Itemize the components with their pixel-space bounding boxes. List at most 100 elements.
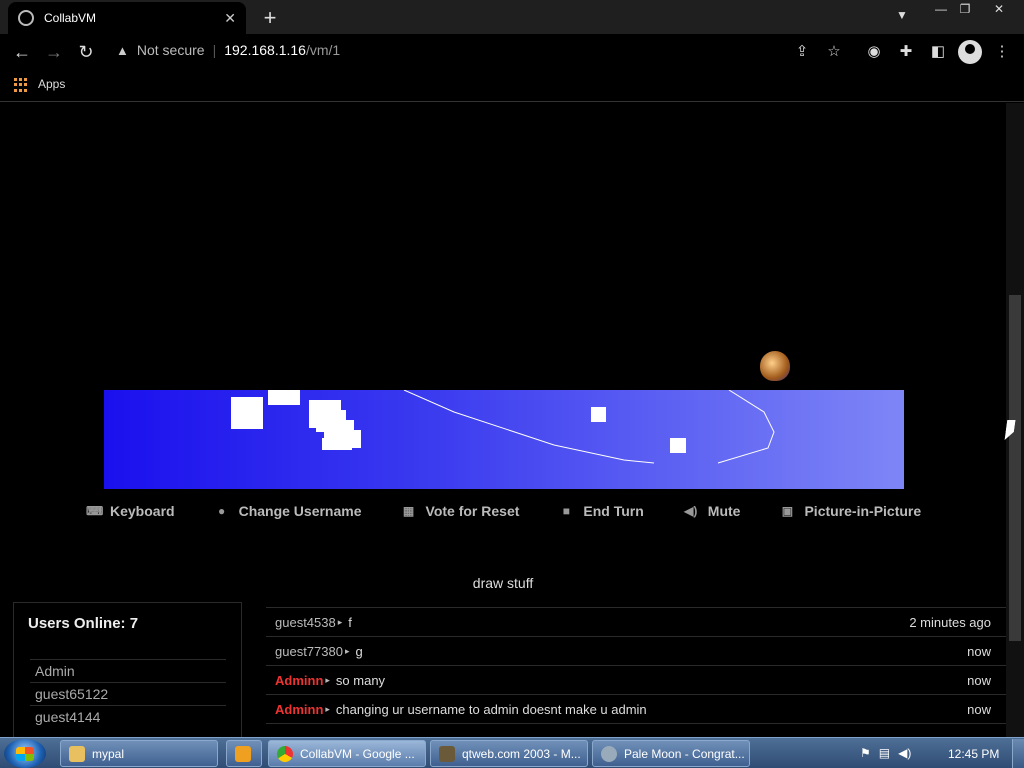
folder-icon [69, 745, 85, 762]
taskbar-item-media[interactable] [226, 740, 262, 767]
system-tray: ⚑ ▤ ◀) [860, 746, 911, 760]
keyboard-button[interactable]: ⌨ Keyboard [86, 503, 175, 519]
forward-arrow-icon[interactable]: → [42, 40, 66, 64]
chat-arrow-icon: ▸ [344, 645, 350, 656]
chat-text: changing ur username to admin doesnt mak… [335, 701, 647, 717]
volume-tray-icon[interactable]: ◀) [898, 746, 911, 760]
user-icon: ● [217, 504, 226, 518]
page-viewport: ⌨ Keyboard ● Change Username ▦ Vote for … [0, 103, 1006, 737]
browser-tab[interactable]: CollabVM ✕ [8, 2, 246, 34]
share-icon[interactable]: ⇪ [790, 40, 814, 64]
mute-button[interactable]: ◀) Mute [684, 503, 741, 519]
taskbar-item-label: qtweb.com 2003 - M... [462, 746, 581, 761]
address-divider: | [212, 42, 217, 58]
chat-message: Adminn ▸ so many now [266, 666, 1006, 695]
vote-reset-label: Vote for Reset [425, 503, 520, 519]
chat-time: now [967, 643, 991, 659]
user-item[interactable]: guest4144 [30, 705, 226, 728]
browser-toolbar: ← → ↻ ▲ Not secure | 192.168.1.16 /vm/1 … [0, 34, 1024, 70]
bookmarks-bar: Apps [0, 70, 1024, 102]
users-online-panel: Users Online: 7 Admin guest65122 guest41… [13, 602, 242, 737]
scrollbar-thumb[interactable] [1009, 295, 1021, 641]
chrome-icon [277, 745, 293, 762]
picture-in-picture-label: Picture-in-Picture [804, 503, 922, 519]
apps-grid-icon[interactable] [14, 78, 28, 92]
taskbar-item-label: CollabVM - Google ... [300, 746, 415, 761]
vote-icon: ▦ [402, 504, 415, 518]
chat-message-partial [266, 600, 1006, 608]
chat-arrow-icon: ▸ [325, 674, 330, 685]
chat-message: guest77380 ▸ g now [266, 637, 1006, 666]
users-list: Admin guest65122 guest4144 [30, 659, 226, 728]
apps-bookmark[interactable]: Apps [38, 77, 65, 91]
chat-username[interactable]: guest77380 [275, 644, 343, 659]
change-username-label: Change Username [238, 503, 362, 519]
picture-in-picture-button[interactable]: ▣ Picture-in-Picture [780, 503, 921, 519]
taskbar-item-label: Pale Moon - Congrat... [624, 746, 745, 761]
reload-icon[interactable]: ↻ [74, 40, 98, 64]
star-icon[interactable]: ☆ [822, 40, 846, 64]
chat-text: f [348, 614, 352, 630]
extension-mask-icon[interactable]: ◉ [862, 40, 886, 64]
taskbar-item-label: mypal [92, 746, 125, 761]
user-item[interactable]: Admin [30, 659, 226, 682]
vm-status-text: draw stuff [472, 575, 534, 591]
stop-icon: ■ [562, 504, 571, 518]
browser-icon [439, 745, 455, 762]
end-turn-label: End Turn [583, 503, 644, 519]
profile-avatar-icon[interactable] [958, 40, 982, 64]
chat-arrow-icon: ▸ [337, 616, 343, 627]
chat-username-admin[interactable]: Adminn [275, 673, 323, 688]
chat-time: now [967, 672, 991, 688]
network-icon[interactable]: ▤ [879, 746, 890, 760]
mute-label: Mute [707, 503, 741, 519]
menu-kebab-icon[interactable]: ⋮ [990, 40, 1014, 64]
media-player-icon [235, 745, 251, 762]
volume-icon: ◀) [684, 504, 698, 518]
side-panel-icon[interactable]: ◧ [926, 40, 950, 64]
vote-reset-button[interactable]: ▦ Vote for Reset [402, 503, 520, 519]
chat-time: now [967, 701, 991, 717]
chat-text: so many [335, 672, 386, 688]
chat-time: 2 minutes ago [909, 614, 991, 630]
taskbar-item-mypal[interactable]: mypal [60, 740, 218, 767]
keyboard-label: Keyboard [110, 503, 175, 519]
taskbar-item-collabvm[interactable]: CollabVM - Google ... [268, 740, 426, 767]
pale-moon-icon [601, 745, 617, 762]
vm-display-canvas[interactable] [104, 390, 904, 489]
warning-icon: ▲ [116, 42, 129, 58]
address-bar[interactable]: ▲ Not secure | 192.168.1.16 /vm/1 [116, 42, 340, 58]
user-item[interactable]: guest65122 [30, 682, 226, 705]
picture-in-picture-icon: ▣ [781, 504, 794, 518]
globe-icon [18, 10, 34, 26]
start-button[interactable] [4, 739, 46, 768]
puzzle-icon[interactable]: ✚ [894, 40, 918, 64]
keyboard-icon: ⌨ [86, 504, 104, 518]
chat-log: guest4538 ▸ f 2 minutes ago guest77380 ▸… [266, 600, 1006, 737]
vm-action-bar: ⌨ Keyboard ● Change Username ▦ Vote for … [86, 503, 961, 519]
tab-search-chevron-icon[interactable]: ▼ [896, 8, 908, 22]
end-turn-button[interactable]: ■ End Turn [559, 503, 644, 519]
vm-desktop-icon [760, 351, 790, 381]
show-desktop-button[interactable] [1012, 739, 1024, 768]
chat-arrow-icon: ▸ [325, 703, 330, 714]
users-online-title: Users Online: 7 [28, 615, 139, 632]
change-username-button[interactable]: ● Change Username [215, 503, 362, 519]
restore-icon[interactable]: ❐ [952, 0, 978, 18]
chat-message: Adminn ▸ changing ur username to admin d… [266, 695, 1006, 724]
tab-title: CollabVM [44, 11, 97, 25]
taskbar-item-qtweb[interactable]: qtweb.com 2003 - M... [430, 740, 588, 767]
network-warning-icon[interactable]: ⚑ [860, 746, 871, 760]
new-tab-button[interactable]: + [258, 5, 282, 31]
url-host: 192.168.1.16 [224, 42, 306, 58]
minimize-icon[interactable]: — [928, 0, 954, 18]
chat-username[interactable]: guest4538 [275, 615, 336, 630]
taskbar-item-palemoon[interactable]: Pale Moon - Congrat... [592, 740, 750, 767]
back-arrow-icon[interactable]: ← [10, 40, 34, 64]
url-path: /vm/1 [305, 42, 341, 58]
close-tab-icon[interactable]: ✕ [224, 10, 236, 27]
chat-username-admin[interactable]: Adminn [275, 702, 323, 717]
taskbar-clock[interactable]: 12:45 PM [948, 747, 999, 761]
close-window-icon[interactable]: ✕ [986, 0, 1012, 18]
chat-message: guest4538 ▸ f 2 minutes ago [266, 608, 1006, 637]
